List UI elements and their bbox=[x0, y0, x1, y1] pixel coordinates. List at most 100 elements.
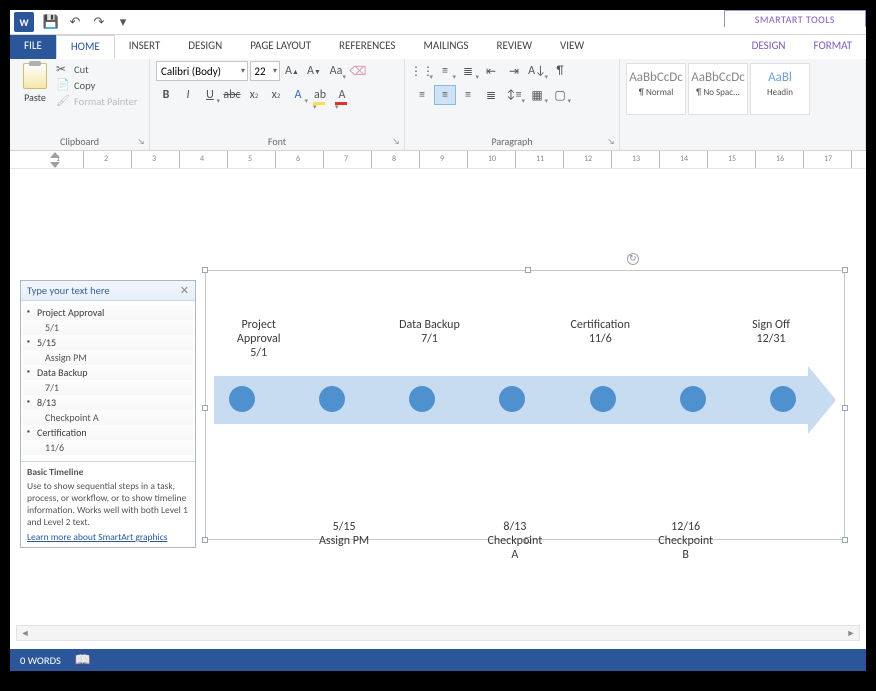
tab-view[interactable]: VIEW bbox=[546, 35, 598, 59]
tab-home[interactable]: HOME bbox=[56, 35, 115, 59]
font-name-combo[interactable]: Calibri (Body) bbox=[156, 61, 248, 81]
timeline-dot[interactable] bbox=[229, 386, 255, 412]
undo-button[interactable]: ↶ bbox=[64, 12, 86, 32]
resize-handle-se[interactable] bbox=[842, 537, 848, 543]
text-pane-item[interactable]: 11/6 bbox=[23, 440, 193, 455]
text-pane-list[interactable]: Project Approval5/15/15Assign PMData Bac… bbox=[21, 301, 195, 461]
text-pane-close-button[interactable]: ✕ bbox=[180, 284, 189, 297]
text-pane-item[interactable]: Certification bbox=[23, 425, 193, 440]
tab-references[interactable]: REFERENCES bbox=[325, 35, 409, 59]
timeline-label[interactable] bbox=[387, 521, 472, 562]
decrease-indent-button[interactable]: ⇤ bbox=[480, 61, 502, 81]
paste-button[interactable]: Paste bbox=[16, 61, 54, 109]
horizontal-ruler[interactable]: 1234567891011121314151617 bbox=[10, 151, 866, 169]
qat-customize-button[interactable]: ▾ bbox=[112, 12, 134, 32]
timeline-label[interactable] bbox=[643, 319, 728, 360]
justify-button[interactable]: ≣ bbox=[480, 85, 502, 105]
resize-handle-sw[interactable] bbox=[202, 537, 208, 543]
scroll-right-button[interactable]: ► bbox=[843, 626, 859, 640]
underline-button[interactable]: U bbox=[200, 85, 220, 105]
rotate-handle[interactable] bbox=[627, 253, 639, 265]
horizontal-scrollbar[interactable]: ◄ ► bbox=[16, 625, 860, 641]
timeline-dot[interactable] bbox=[770, 386, 796, 412]
style-heading1[interactable]: AaBl Headin bbox=[750, 63, 810, 115]
timeline-label[interactable]: Data Backup7/1 bbox=[387, 319, 472, 360]
increase-indent-button[interactable]: ⇥ bbox=[503, 61, 525, 81]
text-pane-item[interactable]: 7/1 bbox=[23, 380, 193, 395]
text-pane-item[interactable]: Project Approval bbox=[23, 305, 193, 320]
paragraph-dialog-launcher[interactable]: ↘ bbox=[605, 136, 617, 148]
spellcheck-icon[interactable]: 📖 bbox=[75, 653, 91, 668]
font-size-combo[interactable]: 22 bbox=[250, 61, 280, 81]
timeline-dot[interactable] bbox=[499, 386, 525, 412]
shading-button[interactable]: ▦ bbox=[526, 85, 548, 105]
timeline-dot[interactable] bbox=[319, 386, 345, 412]
timeline-label[interactable] bbox=[216, 521, 301, 562]
word-count[interactable]: 0 WORDS bbox=[20, 654, 61, 667]
tab-design[interactable]: DESIGN bbox=[174, 35, 236, 59]
cut-button[interactable]: Cut bbox=[56, 61, 137, 77]
resize-handle-ne[interactable] bbox=[842, 267, 848, 273]
change-case-button[interactable]: Aa bbox=[326, 61, 346, 81]
copy-button[interactable]: Copy bbox=[56, 77, 137, 93]
style-no-spacing[interactable]: AaBbCcDc ¶ No Spac... bbox=[688, 63, 748, 115]
tab-mailings[interactable]: MAILINGS bbox=[409, 35, 482, 59]
bullets-button[interactable]: ⋮⋮ bbox=[411, 61, 433, 81]
resize-handle-w[interactable] bbox=[202, 405, 208, 411]
highlight-color-button[interactable]: ab bbox=[310, 85, 330, 105]
tab-review[interactable]: REVIEW bbox=[482, 35, 546, 59]
font-dialog-launcher[interactable]: ↘ bbox=[390, 136, 402, 148]
tab-page-layout[interactable]: PAGE LAYOUT bbox=[236, 35, 325, 59]
grow-font-button[interactable]: A▲ bbox=[282, 61, 302, 81]
text-pane-item[interactable]: Data Backup bbox=[23, 365, 193, 380]
text-pane-item[interactable]: 5/15 bbox=[23, 335, 193, 350]
show-hide-button[interactable]: ¶ bbox=[549, 61, 571, 81]
tab-file[interactable]: FILE bbox=[10, 35, 56, 59]
line-spacing-button[interactable]: ↕≡ bbox=[503, 85, 525, 105]
hanging-indent-marker[interactable] bbox=[50, 162, 60, 168]
resize-handle-nw[interactable] bbox=[202, 267, 208, 273]
borders-button[interactable]: ▢ bbox=[549, 85, 571, 105]
text-pane-item[interactable]: 5/1 bbox=[23, 320, 193, 335]
tab-insert[interactable]: INSERT bbox=[115, 35, 175, 59]
bold-button[interactable]: B bbox=[156, 85, 176, 105]
numbering-button[interactable]: ≡ bbox=[434, 61, 456, 81]
timeline-label[interactable]: 8/13CheckpointA bbox=[472, 521, 557, 562]
align-right-button[interactable]: ≡ bbox=[457, 85, 479, 105]
style-normal[interactable]: AaBbCcDc ¶ Normal bbox=[626, 63, 686, 115]
text-pane-item[interactable]: Assign PM bbox=[23, 350, 193, 365]
document-area[interactable]: Type your text here ✕ Project Approval5/… bbox=[10, 170, 866, 643]
redo-button[interactable]: ↷ bbox=[88, 12, 110, 32]
format-painter-button[interactable]: Format Painter bbox=[56, 93, 137, 109]
timeline-label[interactable]: Sign Off12/31 bbox=[728, 319, 813, 360]
resize-handle-n[interactable] bbox=[525, 267, 531, 273]
timeline-label[interactable] bbox=[301, 319, 386, 360]
text-pane-item[interactable]: 8/13 bbox=[23, 395, 193, 410]
timeline-dot[interactable] bbox=[680, 386, 706, 412]
clipboard-dialog-launcher[interactable]: ↘ bbox=[135, 136, 147, 148]
timeline-label[interactable] bbox=[472, 319, 557, 360]
save-button[interactable]: 💾 bbox=[40, 12, 62, 32]
italic-button[interactable]: I bbox=[178, 85, 198, 105]
resize-handle-e[interactable] bbox=[842, 405, 848, 411]
clear-formatting-button[interactable]: ⌫ bbox=[348, 61, 368, 81]
sort-button[interactable]: A↓ bbox=[526, 61, 548, 81]
learn-more-link[interactable]: Learn more about SmartArt graphics bbox=[27, 531, 167, 543]
first-line-indent-marker[interactable] bbox=[50, 152, 60, 158]
text-pane-item[interactable]: Checkpoint A bbox=[23, 410, 193, 425]
strikethrough-button[interactable]: abc bbox=[222, 85, 242, 105]
align-left-button[interactable]: ≡ bbox=[411, 85, 433, 105]
timeline-dot[interactable] bbox=[409, 386, 435, 412]
subscript-button[interactable]: x2 bbox=[244, 85, 264, 105]
smartart-canvas[interactable]: ProjectApproval5/1 Data Backup7/1 Certific… bbox=[205, 270, 845, 540]
superscript-button[interactable]: x2 bbox=[266, 85, 286, 105]
timeline-label[interactable] bbox=[558, 521, 643, 562]
timeline-label[interactable]: 5/15Assign PM bbox=[301, 521, 386, 562]
multilevel-list-button[interactable]: ≣ bbox=[457, 61, 479, 81]
timeline-label[interactable]: Certification11/6 bbox=[558, 319, 643, 360]
timeline-label[interactable]: ProjectApproval5/1 bbox=[216, 319, 301, 360]
timeline-label[interactable] bbox=[728, 521, 813, 562]
tab-smartart-format[interactable]: FORMAT bbox=[800, 35, 866, 59]
timeline-dot[interactable] bbox=[590, 386, 616, 412]
text-effects-button[interactable]: A bbox=[288, 85, 308, 105]
